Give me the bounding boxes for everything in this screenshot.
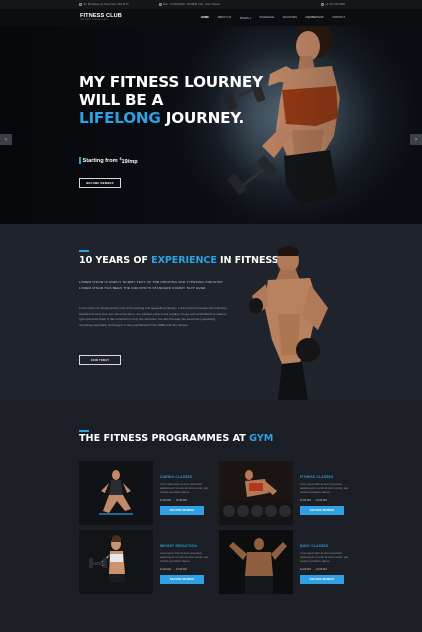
address-text: 52, Broadway 12, New York, USA 3173 xyxy=(83,3,129,6)
card-title[interactable]: WEIGHT REDUCTION xyxy=(160,544,210,548)
page: 52, Broadway 12, New York, USA 3173 Mon … xyxy=(0,0,422,632)
time-separator: - xyxy=(312,568,314,571)
main-nav: FITNESS CLUB THE BEST GYM IN TOWN HOME A… xyxy=(0,9,422,26)
hero-slider: MY FITNESS LOURNEY WILL BE A LIFELONG JO… xyxy=(0,26,422,224)
programmes-section: THE FITNESS PROGRAMMES AT GYM CARDIO CLA… xyxy=(0,400,422,632)
hero-price: $19/mp xyxy=(120,157,138,165)
chevron-left-icon[interactable]: ‹ xyxy=(0,134,12,145)
card-time: 11:00 AM -12:00 AM xyxy=(300,568,350,571)
hours-text: Mon - Fri 09:00AM - 06:00PM | Sat - Sun:… xyxy=(163,3,220,6)
nav-item-schedule[interactable]: SCHEDULE xyxy=(260,16,275,20)
clock-icon xyxy=(158,3,162,6)
programme-card-weight: WEIGHT REDUCTION Lorem ipsum dolor sit a… xyxy=(160,544,210,584)
card-time: 11:00 AM -12:00 AM xyxy=(160,568,210,571)
programmes-title: THE FITNESS PROGRAMMES AT GYM xyxy=(79,433,273,444)
logo-tagline: THE BEST GYM IN TOWN xyxy=(80,18,108,21)
hero-title-line1: MY FITNESS LOURNEY xyxy=(79,73,263,91)
time-end: 12:00 AM xyxy=(315,568,327,571)
card-time: 11:00 AM -12:00 AM xyxy=(300,499,350,502)
body-photo xyxy=(219,530,293,594)
programme-card-fitness: FITNESS CLASSES Lorem ipsum dolor sit am… xyxy=(300,475,350,515)
boxer-image xyxy=(249,246,328,400)
phone-info[interactable]: +1 247 234 7896 xyxy=(320,3,345,6)
experience-paragraph: Lorem Ipsum is simply dummy text of the … xyxy=(79,306,227,327)
time-start: 11:00 AM xyxy=(160,499,171,502)
price-suffix: /mp xyxy=(127,158,138,165)
time-end: 12:00 AM xyxy=(175,499,187,502)
phone-icon xyxy=(320,3,324,6)
time-start: 11:00 AM xyxy=(300,568,311,571)
weight-reduction-photo xyxy=(79,530,153,594)
hero-title-line3: JOURNEY. xyxy=(160,109,245,128)
programme-card-body: BODY CLASSES Lorem ipsum dolor sit amet … xyxy=(300,544,350,584)
top-info-bar: 52, Broadway 12, New York, USA 3173 Mon … xyxy=(0,0,422,9)
weight-reduction-image[interactable] xyxy=(79,530,153,594)
experience-section: 10 YEARS OF EXPERIENCE IN FITNESS LOREM … xyxy=(0,224,422,400)
become-member-button[interactable]: BECOME MEMBER xyxy=(160,575,204,584)
nav-item-membership[interactable]: MEMBERSHIP xyxy=(306,16,324,20)
nav-item-about[interactable]: ABOUT US xyxy=(217,16,231,20)
become-member-button[interactable]: BECOME MEMBER xyxy=(79,178,121,188)
nav-menu: HOME ABOUT US PAGES ▾ SCHEDULE FACILITIE… xyxy=(201,16,345,20)
card-title[interactable]: BODY CLASSES xyxy=(300,544,350,548)
nav-item-pages[interactable]: PAGES ▾ xyxy=(240,16,251,20)
card-description: Lorem ipsum dolor sit amet consectetur a… xyxy=(160,483,209,494)
nav-item-contact[interactable]: CONTACT xyxy=(332,16,345,20)
experience-title-pre: 10 YEARS OF xyxy=(79,255,152,266)
card-description: Lorem ipsum dolor sit amet consectetur a… xyxy=(300,552,349,563)
accent-bar xyxy=(79,157,81,165)
nav-item-facilities[interactable]: FACILITIES xyxy=(283,16,297,20)
section-accent-line xyxy=(79,250,89,252)
programmes-title-pre: THE FITNESS PROGRAMMES AT xyxy=(79,433,250,444)
location-icon xyxy=(79,3,82,6)
time-start: 11:00 AM xyxy=(160,568,171,571)
join-today-button[interactable]: JOIN TODAY xyxy=(79,355,121,365)
card-title[interactable]: CARDIO CLASSES xyxy=(160,475,210,479)
hero-subtitle-prefix: Starting from xyxy=(82,157,118,164)
cardio-classes-image[interactable] xyxy=(79,461,153,525)
experience-intro: LOREM IPSUM IS SIMPLY DUMMY TEXT OF THE … xyxy=(79,280,224,290)
fitness-classes-image[interactable] xyxy=(219,461,293,525)
fitness-photo xyxy=(219,461,293,525)
chevron-right-icon[interactable]: › xyxy=(410,134,422,145)
nav-item-home[interactable]: HOME xyxy=(201,16,209,20)
experience-title-accent: EXPERIENCE xyxy=(151,255,217,266)
become-member-button[interactable]: BECOME MEMBER xyxy=(300,506,344,515)
body-classes-image[interactable] xyxy=(219,530,293,594)
card-title[interactable]: FITNESS CLASSES xyxy=(300,475,350,479)
time-end: 12:00 AM xyxy=(175,568,187,571)
hours-info: Mon - Fri 09:00AM - 06:00PM | Sat - Sun:… xyxy=(158,3,220,6)
time-separator: - xyxy=(312,499,314,502)
hero-title-line2: WILL BE A xyxy=(79,91,164,110)
programme-card-cardio: CARDIO CLASSES Lorem ipsum dolor sit ame… xyxy=(160,475,210,515)
hero-title: MY FITNESS LOURNEY WILL BE A LIFELONG JO… xyxy=(79,73,263,128)
nav-item-pages-label: PAGES xyxy=(239,16,249,20)
card-time: 11:00 AM -12:00 AM xyxy=(160,499,210,502)
programmes-title-accent: GYM xyxy=(249,433,274,444)
section-accent-line xyxy=(79,430,89,432)
card-description: Lorem ipsum dolor sit amet consectetur a… xyxy=(300,483,349,494)
hero-subtitle: Starting from $19/mp xyxy=(79,157,138,165)
time-start: 11:00 AM xyxy=(300,499,311,502)
become-member-button[interactable]: BECOME MEMBER xyxy=(300,575,344,584)
become-member-button[interactable]: BECOME MEMBER xyxy=(160,506,204,515)
address-info: 52, Broadway 12, New York, USA 3173 xyxy=(79,3,129,6)
chevron-down-icon: ▾ xyxy=(249,16,251,20)
time-separator: - xyxy=(172,499,174,502)
time-end: 12:00 AM xyxy=(315,499,327,502)
cardio-photo xyxy=(79,461,153,525)
phone-text[interactable]: +1 247 234 7896 xyxy=(325,3,345,6)
time-separator: - xyxy=(172,568,174,571)
hero-title-accent: LIFELONG xyxy=(79,109,161,128)
card-description: Lorem ipsum dolor sit amet consectetur a… xyxy=(160,552,209,563)
site-logo[interactable]: FITNESS CLUB THE BEST GYM IN TOWN xyxy=(80,13,122,22)
